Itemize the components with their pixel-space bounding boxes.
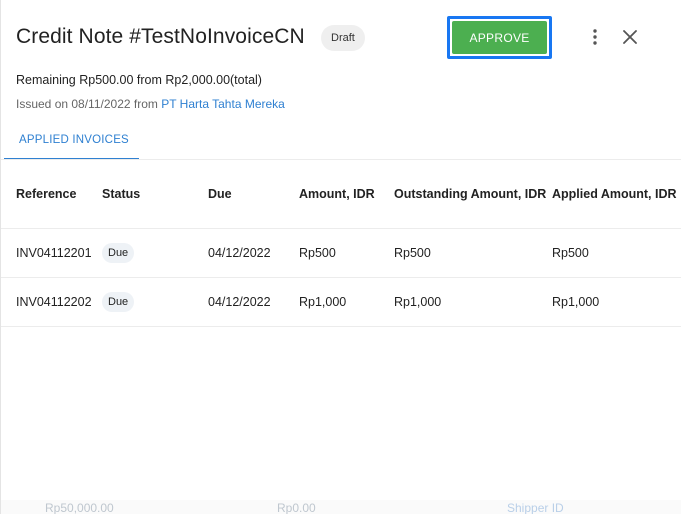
status-chip: Due (102, 291, 135, 312)
cell-outstanding: Rp500 (394, 227, 552, 277)
page-title: Credit Note #TestNoInvoiceCN (16, 25, 305, 48)
table-header-row: Reference Status Due Amount, IDR Outstan… (1, 160, 681, 228)
background-cell: Shipper ID (507, 501, 564, 514)
cell-due: 04/12/2022 (208, 276, 299, 327)
credit-note-modal: Rp50,000.00 Rp0.00 Shipper ID Credit Not… (0, 0, 681, 514)
column-header-applied: Applied Amount, IDR (552, 186, 677, 201)
approve-button[interactable]: APPROVE (452, 21, 547, 54)
cell-due: 04/12/2022 (208, 227, 299, 277)
cell-amount: Rp1,000 (299, 276, 394, 327)
table-row[interactable]: INV04112202 Due 04/12/2022 Rp1,000 Rp1,0… (1, 276, 681, 327)
issuer-link[interactable]: PT Harta Tahta Mereka (161, 97, 285, 111)
cell-reference: INV04112201 (1, 227, 102, 277)
status-badge: Draft (321, 25, 365, 51)
remaining-amount: Remaining Rp500.00 from Rp2,000.00(total… (16, 73, 262, 87)
cell-amount: Rp500 (299, 227, 394, 277)
cell-applied: Rp1,000 (552, 276, 681, 327)
close-icon[interactable] (620, 27, 640, 47)
table-row[interactable]: INV04112201 Due 04/12/2022 Rp500 Rp500 R… (1, 227, 681, 277)
background-row-partial: Rp50,000.00 Rp0.00 Shipper ID (1, 500, 681, 514)
background-cell: Rp0.00 (277, 501, 316, 514)
column-header-outstanding: Outstanding Amount, IDR (394, 186, 547, 201)
column-header-reference: Reference (16, 186, 77, 201)
column-header-due: Due (208, 186, 232, 201)
cell-status: Due (102, 276, 208, 327)
cell-reference: INV04112202 (1, 276, 102, 327)
cell-applied: Rp500 (552, 227, 681, 277)
tab-applied-invoices[interactable]: APPLIED INVOICES (4, 126, 139, 160)
status-chip: Due (102, 242, 135, 263)
column-header-amount: Amount, IDR (299, 186, 375, 201)
issued-info: Issued on 08/11/2022 from PT Harta Tahta… (16, 97, 285, 111)
more-vertical-icon[interactable] (585, 27, 605, 47)
cell-outstanding: Rp1,000 (394, 276, 552, 327)
applied-invoices-table: Reference Status Due Amount, IDR Outstan… (1, 160, 681, 327)
background-cell: Rp50,000.00 (45, 501, 114, 514)
cell-status: Due (102, 227, 208, 277)
issued-date-text: Issued on 08/11/2022 from (16, 97, 162, 111)
column-header-status: Status (102, 186, 141, 201)
